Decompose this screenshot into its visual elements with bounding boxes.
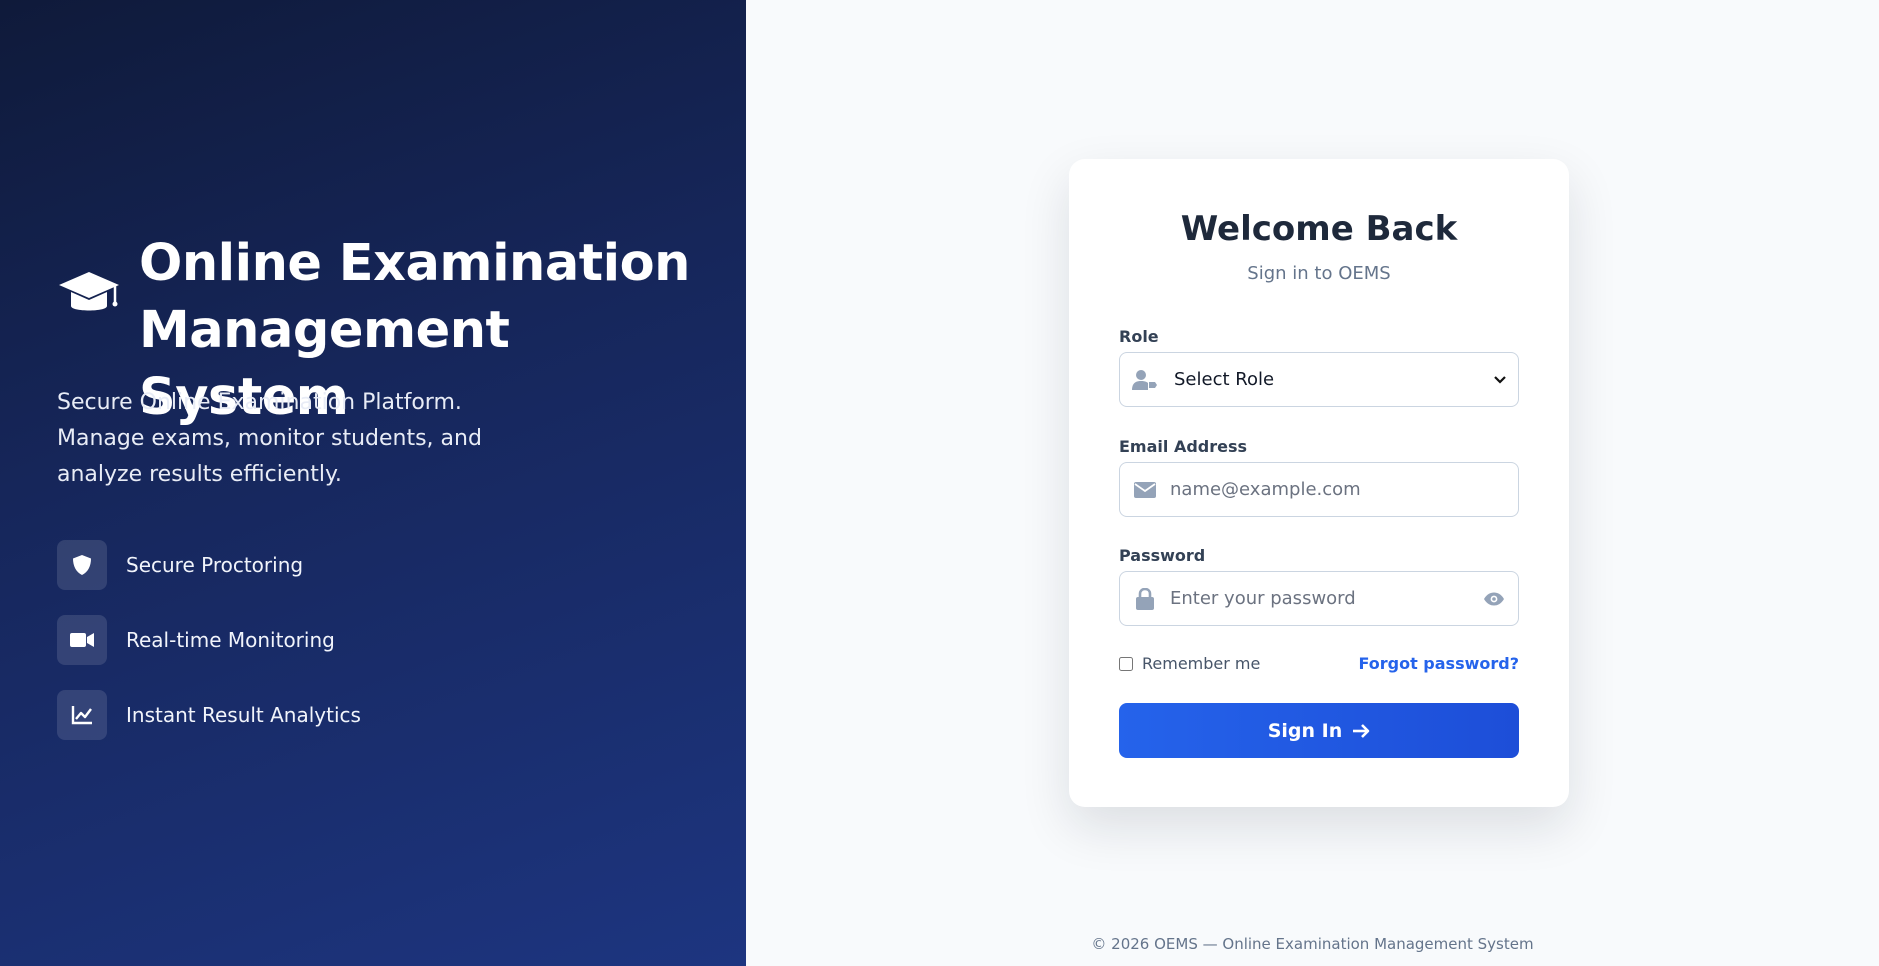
chevron-down-icon[interactable] bbox=[1482, 375, 1518, 384]
tagline: Secure Online Examination Platform. Mana… bbox=[57, 385, 577, 493]
email-field-wrapper[interactable] bbox=[1119, 462, 1519, 517]
eye-icon[interactable] bbox=[1470, 592, 1518, 606]
password-field-wrapper[interactable] bbox=[1119, 571, 1519, 626]
lock-icon bbox=[1120, 587, 1170, 610]
feature-item-monitoring: Real-time Monitoring bbox=[57, 615, 361, 665]
tagline-line-2: Manage exams, monitor students, and anal… bbox=[57, 426, 482, 487]
video-camera-icon bbox=[57, 615, 107, 665]
feature-label: Secure Proctoring bbox=[126, 553, 304, 577]
password-label: Password bbox=[1119, 546, 1206, 565]
email-label: Email Address bbox=[1119, 437, 1248, 456]
role-label: Role bbox=[1119, 327, 1159, 346]
remember-me-label: Remember me bbox=[1142, 654, 1261, 673]
card-title: Welcome Back bbox=[1180, 209, 1458, 249]
forgot-password-link[interactable]: Forgot password? bbox=[1358, 654, 1519, 673]
feature-item-analytics: Instant Result Analytics bbox=[57, 690, 361, 740]
password-field[interactable] bbox=[1170, 572, 1470, 625]
feature-label: Real-time Monitoring bbox=[126, 628, 335, 652]
envelope-icon bbox=[1120, 481, 1170, 498]
login-card: Welcome Back Sign in to OEMS Role Select… bbox=[1069, 159, 1569, 807]
remember-me-checkbox[interactable] bbox=[1119, 656, 1133, 671]
remember-me[interactable]: Remember me bbox=[1119, 654, 1260, 673]
user-tag-icon bbox=[1120, 369, 1170, 391]
graduation-cap-icon bbox=[57, 266, 121, 322]
role-select-wrapper[interactable]: Select Role bbox=[1119, 352, 1519, 407]
footer-copyright: © 2026 OEMS — Online Examination Managem… bbox=[1091, 935, 1534, 953]
feature-list: Secure Proctoring Real-time Monitoring I… bbox=[57, 540, 361, 765]
hero-panel: Online Examination Management System Sec… bbox=[0, 0, 746, 966]
feature-item-proctoring: Secure Proctoring bbox=[57, 540, 361, 590]
card-subtitle: Sign in to OEMS bbox=[1247, 263, 1391, 284]
shield-icon bbox=[57, 540, 107, 590]
sign-in-label: Sign In bbox=[1267, 719, 1343, 742]
arrow-right-icon bbox=[1353, 723, 1370, 738]
line-chart-icon bbox=[57, 690, 107, 740]
email-field[interactable] bbox=[1170, 463, 1518, 516]
feature-label: Instant Result Analytics bbox=[126, 703, 361, 727]
role-select[interactable]: Select Role bbox=[1170, 353, 1482, 406]
tagline-line-1: Secure Online Examination Platform. bbox=[57, 390, 462, 415]
sign-in-button[interactable]: Sign In bbox=[1119, 703, 1519, 758]
